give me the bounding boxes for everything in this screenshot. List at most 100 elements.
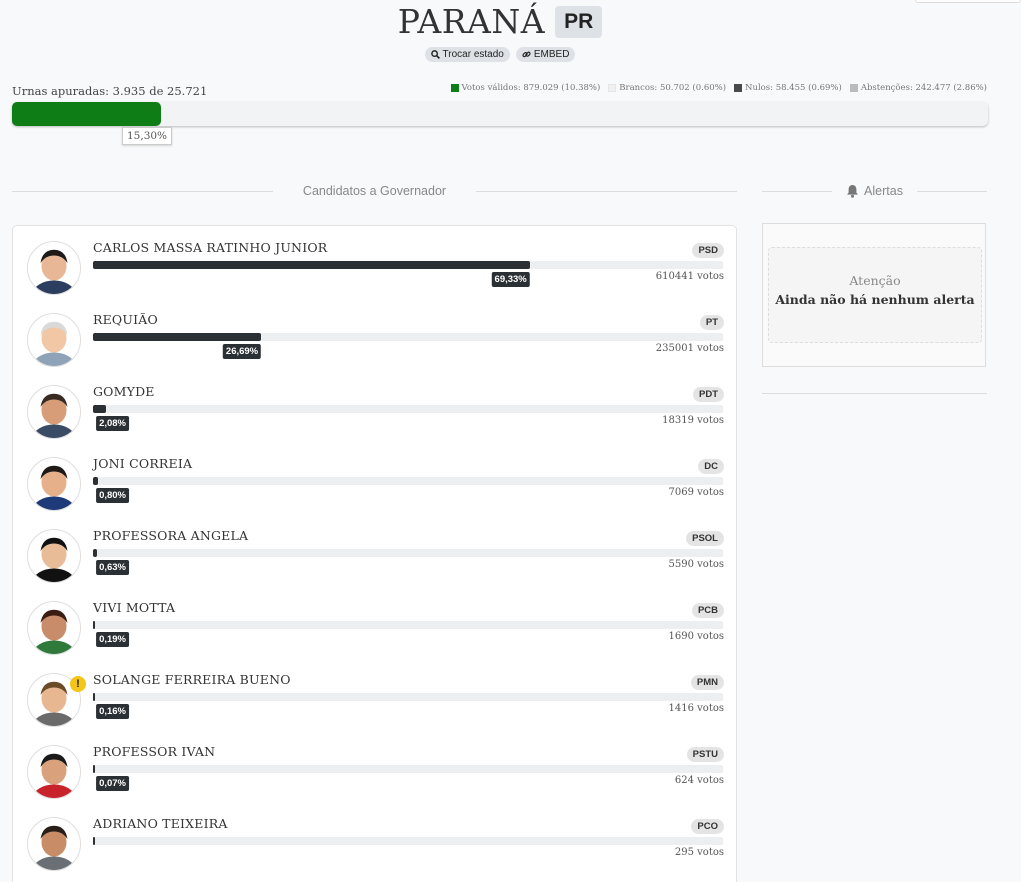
alert-empty-state: Atenção Ainda não há nenhum alerta (768, 247, 982, 343)
candidates-section-title: Candidatos a Governador (12, 184, 737, 198)
party-badge: PSD (692, 243, 724, 258)
vote-percent: 0,63% (96, 560, 129, 575)
page-header: PARANÁ PR Trocar estado EMBED (0, 0, 1000, 62)
urnas-progress-bar (12, 102, 988, 126)
state-name: PARANÁ (397, 2, 546, 41)
legend-swatch (608, 84, 617, 92)
legend-item-nulos: Nulos: 58.455 (0.69%) (734, 83, 842, 93)
change-state-button[interactable]: Trocar estado (424, 47, 510, 62)
alert-heading: Atenção (849, 273, 901, 288)
candidates-title: Candidatos a Governador (302, 184, 447, 198)
divider (476, 190, 737, 192)
candidate-photo (27, 529, 81, 583)
alerts-title: Alertas (864, 184, 903, 198)
alerts-title-wrap: Alertas (832, 184, 917, 198)
vote-bar-fill (93, 261, 530, 269)
party-badge: DC (698, 459, 724, 474)
vote-bar-fill (93, 765, 95, 773)
candidate-name: PROFESSORA ANGELA (93, 528, 249, 543)
legend-label: Votos válidos: 879.029 (10.38%) (461, 83, 601, 93)
vote-bar (93, 621, 723, 629)
vote-percent: 69,33% (491, 272, 530, 287)
vote-percent: 0,16% (96, 704, 129, 719)
legend-item-abstencoes: Abstenções: 242.477 (2.86%) (849, 83, 987, 93)
vote-bar-fill (93, 549, 97, 557)
vote-percent: 0,07% (96, 776, 129, 791)
vote-bar (93, 549, 723, 557)
candidate-name: CARLOS MASSA RATINHO JUNIOR (93, 240, 328, 255)
header-buttons: Trocar estado EMBED (0, 47, 1000, 62)
candidate-name: JONI CORREIA (93, 456, 193, 471)
vote-bar-fill (93, 405, 107, 413)
embed-button[interactable]: EMBED (515, 47, 576, 62)
party-badge: PCB (691, 603, 724, 618)
change-state-label: Trocar estado (442, 49, 504, 60)
vote-percent: 2,08% (96, 416, 129, 431)
vote-bar-fill (93, 837, 95, 845)
urnas-progress-percent: 15,30% (122, 127, 173, 145)
candidate-photo (27, 601, 81, 655)
vote-count: 1416 votos (668, 703, 724, 714)
candidate-name: REQUIÃO (93, 312, 158, 327)
candidate-row[interactable]: ! SOLANGE FERREIRA BUENO PMN 0,16% 1416 voto… (13, 658, 738, 730)
candidate-name: PROFESSOR IVAN (93, 744, 216, 759)
divider (916, 190, 987, 192)
title-row: PARANÁ PR (0, 2, 1000, 41)
party-badge: PDT (693, 387, 724, 402)
vote-count: 1690 votos (668, 631, 724, 642)
bell-icon (847, 185, 859, 198)
candidate-name: SOLANGE FERREIRA BUENO (93, 672, 291, 687)
vote-bar (93, 693, 723, 701)
candidate-row[interactable]: PROFESSORA ANGELA PSOL 0,63% 5590 votos (13, 514, 738, 586)
divider (12, 190, 273, 192)
party-badge: PMN (690, 675, 724, 690)
link-icon (522, 51, 531, 58)
vote-count: 235001 votos (655, 343, 724, 354)
vote-bar (93, 765, 723, 773)
alerts-panel: Atenção Ainda não há nenhum alerta (762, 223, 986, 367)
vote-bar (93, 477, 723, 485)
vote-percent: 26,69% (222, 344, 262, 359)
party-badge: PSOL (686, 531, 724, 546)
candidate-row[interactable]: JONI CORREIA DC 0,80% 7069 votos (13, 442, 738, 514)
candidate-photo (27, 241, 81, 295)
candidate-row[interactable]: REQUIÃO PT 26,69% 235001 votos (13, 298, 738, 370)
legend-swatch (849, 84, 858, 92)
divider (762, 393, 987, 394)
vote-count: 18319 votos (662, 415, 724, 426)
candidate-row[interactable]: GOMYDE PDT 2,08% 18319 votos (13, 370, 738, 442)
vote-count: 295 votos (674, 847, 724, 858)
candidate-name: GOMYDE (93, 384, 155, 399)
legend-item-validos: Votos válidos: 879.029 (10.38%) (450, 83, 601, 93)
vote-count: 624 votos (674, 775, 724, 786)
candidate-photo (27, 817, 81, 871)
vote-bar-fill (93, 693, 95, 701)
vote-bar (93, 405, 723, 413)
urnas-apuradas-label: Urnas apuradas: 3.935 de 25.721 (12, 84, 208, 98)
party-badge: PT (699, 315, 724, 330)
vote-bar (93, 333, 723, 341)
vote-percent: 0,19% (96, 632, 129, 647)
legend-label: Abstenções: 242.477 (2.86%) (860, 83, 987, 93)
candidate-photo (27, 313, 81, 367)
candidate-row[interactable]: PROFESSOR IVAN PSTU 0,07% 624 votos (13, 730, 738, 802)
vote-legend: Votos válidos: 879.029 (10.38%) Brancos:… (450, 83, 987, 93)
vote-bar (93, 261, 723, 269)
embed-label: EMBED (533, 49, 570, 60)
candidate-photo (27, 385, 81, 439)
warning-icon[interactable]: ! (70, 676, 86, 692)
state-uf-badge: PR (555, 5, 603, 38)
candidate-row[interactable]: ADRIANO TEIXEIRA PCO 295 votos (13, 802, 738, 874)
candidate-name: VIVI MOTTA (93, 600, 176, 615)
legend-label: Nulos: 58.455 (0.69%) (745, 83, 842, 93)
candidate-row[interactable]: CARLOS MASSA RATINHO JUNIOR PSD 69,33% 6104… (13, 226, 738, 298)
candidate-photo (27, 457, 81, 511)
vote-percent: 0,80% (96, 488, 129, 503)
candidate-photo (27, 745, 81, 799)
vote-bar-fill (93, 333, 262, 341)
legend-label: Brancos: 50.702 (0.60%) (619, 83, 727, 93)
party-badge: PSTU (686, 747, 724, 762)
vote-count: 5590 votos (668, 559, 724, 570)
legend-swatch (450, 84, 459, 92)
candidate-row[interactable]: VIVI MOTTA PCB 0,19% 1690 votos (13, 586, 738, 658)
